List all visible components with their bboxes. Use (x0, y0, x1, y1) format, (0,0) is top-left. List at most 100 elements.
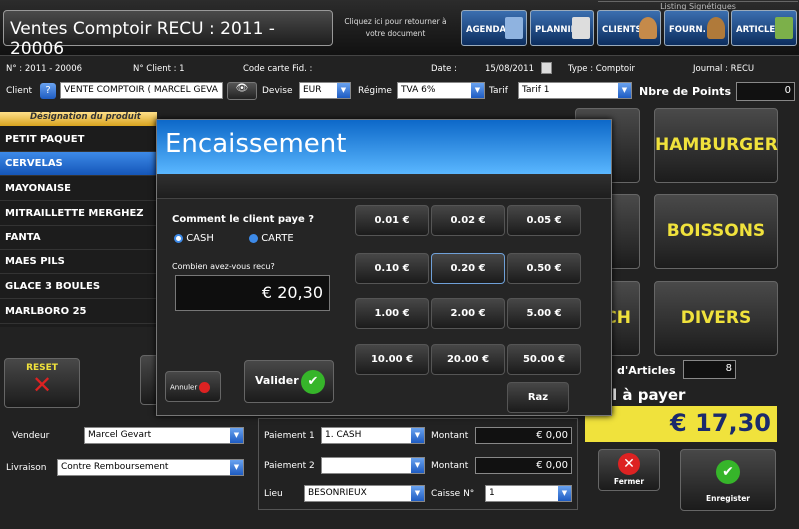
regime-value: TVA 6% (401, 85, 436, 95)
paiement2-select[interactable]: ▼ (321, 457, 425, 474)
coin-0-02-button[interactable]: 0.02 € (431, 205, 505, 236)
paiement1-label: Paiement 1 (264, 431, 315, 441)
planning-button[interactable]: PLANNING (530, 10, 594, 46)
carte-label: CARTE (261, 233, 294, 244)
carte-radio[interactable]: CARTE (249, 233, 294, 244)
client-field[interactable]: VENTE COMPTOIR ( MARCEL GEVA (60, 82, 223, 99)
chevron-down-icon: ▼ (411, 428, 424, 443)
clients-label: CLIENTS (602, 25, 642, 35)
check-icon: ✔ (301, 370, 325, 394)
agenda-label: AGENDA (466, 25, 507, 35)
agenda-button[interactable]: AGENDA (461, 10, 527, 46)
coin-0-05-button[interactable]: 0.05 € (507, 205, 581, 236)
livraison-select[interactable]: Contre Remboursement ▼ (57, 459, 244, 476)
articles-count-label: d'Articles (617, 364, 676, 377)
paiement2-label: Paiement 2 (264, 461, 315, 471)
total-amount: € 17,30 (585, 406, 777, 442)
cancel-icon (199, 382, 211, 393)
document-title: Ventes Comptoir RECU : 2011 - 20006 (3, 10, 333, 59)
articles-icon (775, 17, 793, 39)
chevron-down-icon: ▼ (230, 428, 243, 443)
lieu-label: Lieu (264, 489, 283, 499)
calendar-icon[interactable] (541, 62, 552, 74)
doc-number: N° : 2011 - 20006 (6, 64, 83, 74)
livraison-label: Livraison (6, 463, 47, 473)
coin-1-00-button[interactable]: 1.00 € (355, 298, 429, 329)
dialog-subheader (157, 174, 611, 199)
annuler-button[interactable]: Annuler (165, 371, 221, 402)
coin-20-00-button[interactable]: 20.00 € (431, 344, 505, 375)
montant1-field[interactable]: € 0,00 (475, 427, 572, 444)
enregister-button[interactable]: ✔ Enregister (680, 449, 776, 511)
vendeur-value: Marcel Gevart (88, 430, 152, 440)
regime-label: Régime (358, 86, 392, 96)
doc-date: 15/08/2011 (485, 64, 534, 74)
devise-label: Devise (262, 86, 293, 96)
reset-button[interactable]: RESET ✕ (4, 358, 80, 408)
coin-2-00-button[interactable]: 2.00 € (431, 298, 505, 329)
montant1-label: Montant (431, 431, 469, 441)
help-icon[interactable]: ? (40, 83, 56, 99)
agenda-icon (505, 17, 523, 39)
devise-select[interactable]: EUR ▼ (299, 82, 351, 99)
chevron-down-icon: ▼ (337, 83, 350, 98)
cash-radio[interactable]: CASH (174, 233, 214, 244)
list-item[interactable]: CERVELAS (0, 152, 157, 176)
category-hamburger-button[interactable]: HAMBURGER (654, 108, 778, 183)
radio-unselected-icon (249, 233, 258, 243)
list-item[interactable]: MARLBORO 25 (0, 300, 157, 324)
montant2-label: Montant (431, 461, 469, 471)
paiement1-value: 1. CASH (325, 430, 362, 440)
coin-0-20-button[interactable]: 0.20 € (431, 253, 505, 284)
list-item[interactable]: MAYONAISE (0, 177, 157, 201)
chevron-down-icon: ▼ (411, 458, 424, 473)
lieu-select[interactable]: BESONRIEUX ▼ (304, 485, 425, 502)
cash-label: CASH (186, 233, 214, 244)
tarif-label: Tarif (489, 86, 508, 96)
articles-button[interactable]: ARTICLES (731, 10, 797, 46)
list-item[interactable]: MAES PILS (0, 250, 157, 274)
fermer-label: Fermer (613, 477, 645, 486)
caisse-select[interactable]: 1 ▼ (485, 485, 572, 502)
dialog-title: Encaissement (157, 120, 611, 174)
fournisseurs-button[interactable]: FOURN. (664, 10, 729, 46)
radio-selected-icon (174, 233, 183, 243)
recu-field[interactable]: € 20,30 (175, 275, 330, 311)
points-field[interactable]: 0 (736, 82, 795, 101)
fermer-button[interactable]: ✕ Fermer (598, 449, 660, 491)
eye-icon[interactable]: 👁 (227, 82, 257, 100)
regime-select[interactable]: TVA 6% ▼ (397, 82, 485, 99)
vendeur-select[interactable]: Marcel Gevart ▼ (84, 427, 244, 444)
coin-0-50-button[interactable]: 0.50 € (507, 253, 581, 284)
recu-label: Combien avez-vous recu? (172, 262, 275, 271)
list-item[interactable]: GLACE 3 BOULES (0, 275, 157, 299)
list-item[interactable]: PETIT PAQUET (0, 128, 157, 152)
montant2-field[interactable]: € 0,00 (475, 457, 572, 474)
tarif-select[interactable]: Tarif 1 ▼ (518, 82, 632, 99)
carte-fid-label: Code carte Fid. : (243, 64, 313, 74)
vendeur-label: Vendeur (12, 431, 50, 441)
coin-0-10-button[interactable]: 0.10 € (355, 253, 429, 284)
return-hint-link[interactable]: Cliquez ici pour retourner à votre docum… (338, 16, 453, 40)
points-label: Nbre de Points (639, 85, 731, 98)
doc-type: Type : Comptoir (568, 64, 635, 74)
list-item[interactable]: FANTA (0, 226, 157, 250)
list-item[interactable]: MITRAILLETTE MERGHEZ (0, 202, 157, 226)
coin-10-00-button[interactable]: 10.00 € (355, 344, 429, 375)
coin-5-00-button[interactable]: 5.00 € (507, 298, 581, 329)
product-list-header: Désignation du produit (0, 112, 157, 126)
fournisseurs-label: FOURN. (669, 25, 706, 35)
coin-0-01-button[interactable]: 0.01 € (355, 205, 429, 236)
enregister-label: Enregister (705, 494, 751, 503)
category-divers-button[interactable]: DIVERS (654, 281, 778, 356)
chevron-down-icon: ▼ (230, 460, 243, 475)
paiement1-select[interactable]: 1. CASH ▼ (321, 427, 425, 444)
valider-button[interactable]: Valider ✔ (244, 360, 334, 403)
encaissement-dialog: Encaissement Comment le client paye ? CA… (156, 119, 612, 416)
valider-label: Valider (255, 374, 299, 387)
livraison-value: Contre Remboursement (61, 462, 169, 472)
raz-button[interactable]: Raz (507, 382, 569, 413)
clients-button[interactable]: CLIENTS (597, 10, 661, 46)
coin-50-00-button[interactable]: 50.00 € (507, 344, 581, 375)
category-boissons-button[interactable]: BOISSONS (654, 194, 778, 269)
